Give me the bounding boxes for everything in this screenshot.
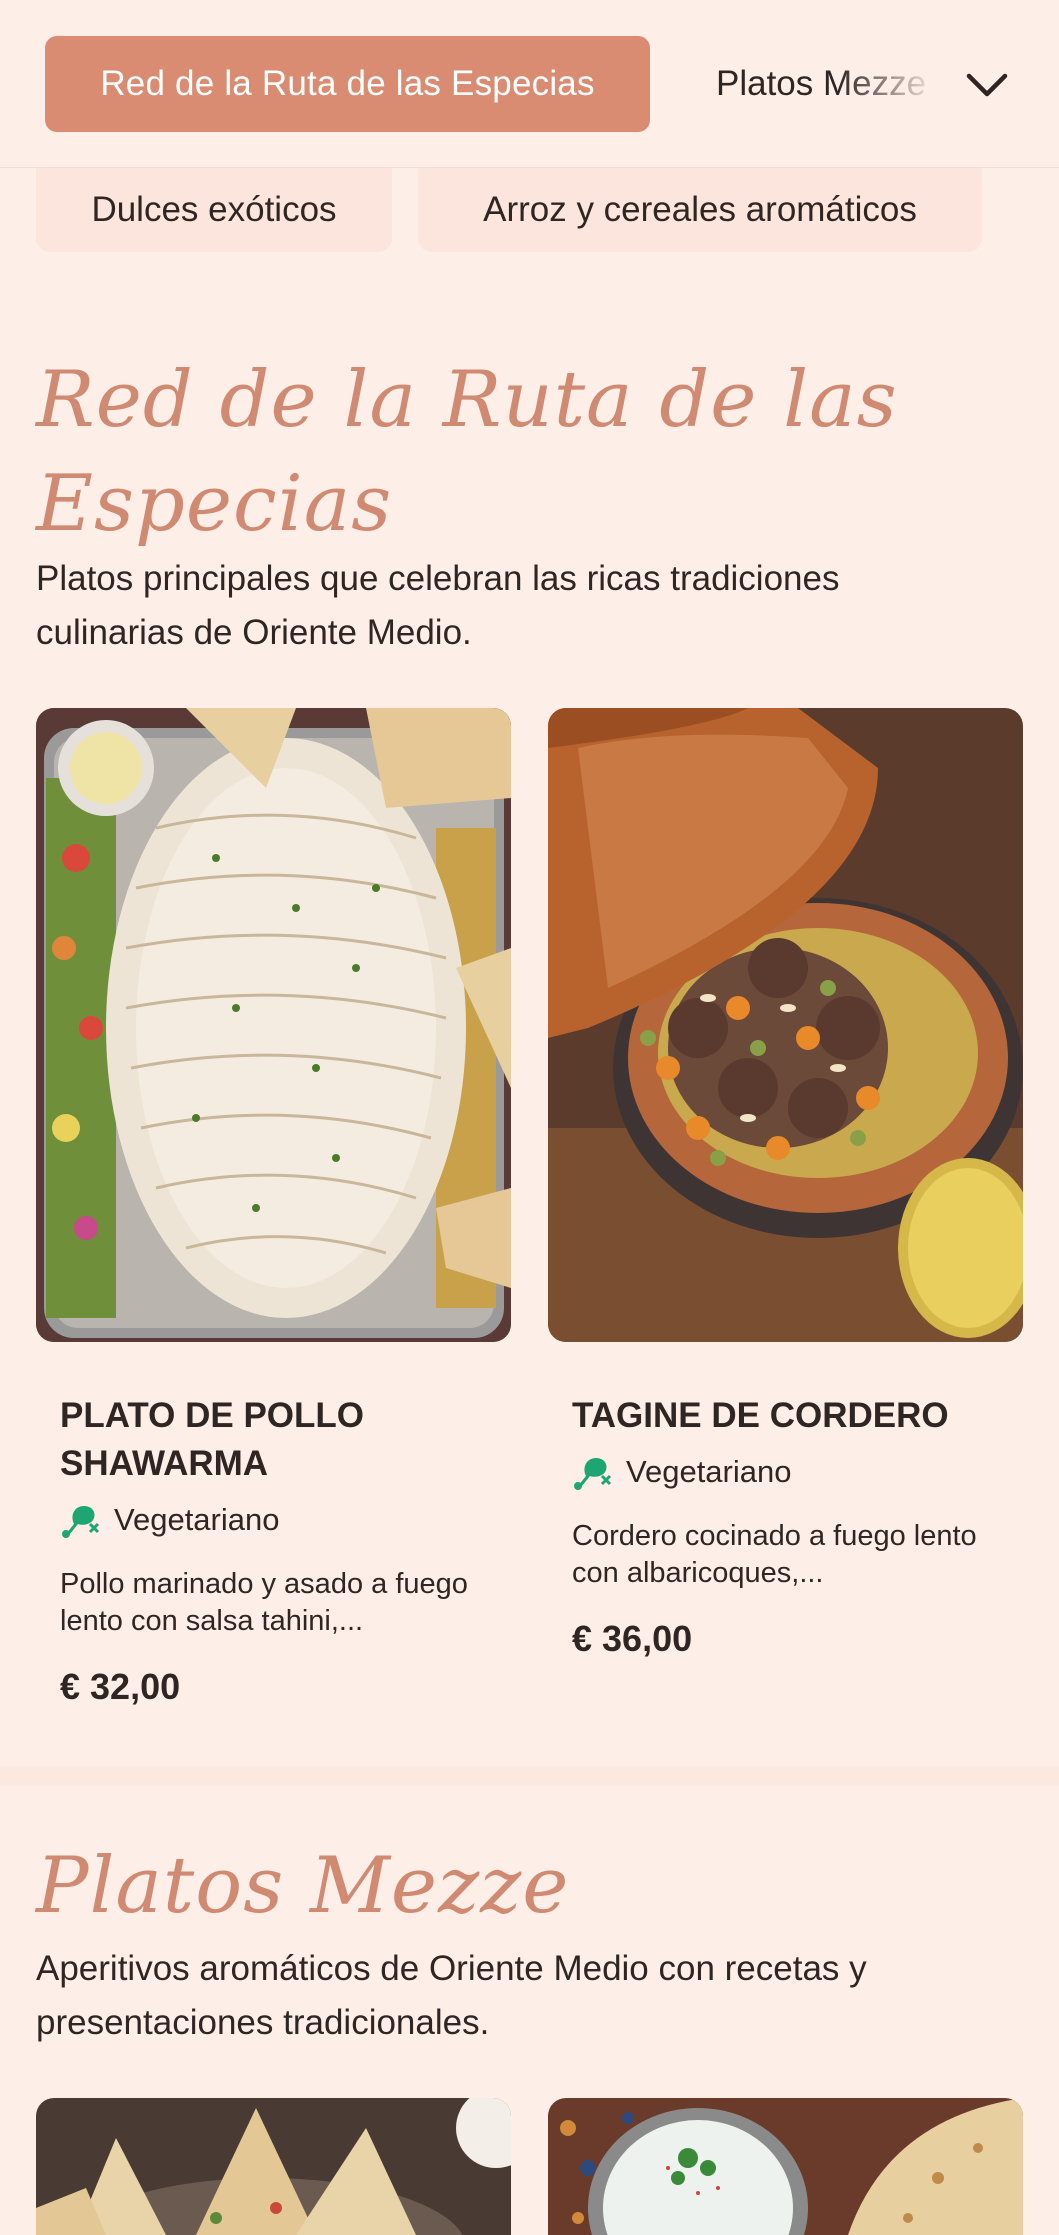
chip-dulces-exoticos[interactable]: Dulces exóticos	[36, 168, 392, 252]
menu-item-price: € 32,00	[60, 1666, 181, 1707]
vegetarian-drumstick-icon	[62, 1506, 100, 1538]
category-nav-header: Red de la Ruta de las Especias Platos Me…	[0, 0, 1059, 168]
menu-item-description: Pollo marinado y asado a fuego lento con…	[60, 1568, 468, 1637]
shawarma-plate-image	[36, 708, 511, 1342]
lamb-tagine-image	[548, 708, 1023, 1342]
chevron-down-icon[interactable]	[963, 60, 1011, 108]
menu-item-price: € 36,00	[572, 1618, 693, 1659]
dietary-badge-label: Vegetariano	[626, 1454, 792, 1489]
menu-item-name: TAGINE DE CORDERO	[572, 1396, 949, 1435]
chip-arroz-cereales[interactable]: Arroz y cereales aromáticos	[418, 168, 982, 252]
section-divider	[0, 1766, 1059, 1786]
menu-item-card[interactable]: PLATO DE POLLO SHAWARMA Vegetariano Poll…	[36, 708, 511, 1708]
section-title-spice-route: Red de la Ruta de las Especias	[36, 355, 898, 549]
category-chips: Dulces exóticos Arroz y cereales aromáti…	[0, 168, 1059, 252]
menu-item-card[interactable]: TAGINE DE CORDERO Vegetariano Cordero co…	[548, 708, 1023, 1660]
section-description-mezze: Aperitivos aromáticos de Oriente Medio c…	[36, 1949, 867, 2042]
vegetarian-drumstick-icon	[574, 1458, 612, 1490]
dietary-badge: Vegetariano	[60, 1502, 487, 1538]
section-title-mezze: Platos Mezze	[36, 1841, 570, 1931]
dietary-badge-label: Vegetariano	[114, 1502, 280, 1537]
tab-mezze[interactable]: Platos Mezze	[716, 56, 938, 112]
tab-spice-route[interactable]: Red de la Ruta de las Especias	[45, 36, 650, 132]
menu-item-name: PLATO DE POLLO SHAWARMA	[60, 1396, 364, 1483]
section-description-spice-route: Platos principales que celebran las rica…	[36, 559, 840, 652]
menu-item-description: Cordero cocinado a fuego lento con albar…	[572, 1520, 977, 1589]
mezze-item-image[interactable]	[36, 2098, 511, 2235]
dietary-badge: Vegetariano	[572, 1454, 999, 1490]
mezze-item-image[interactable]	[548, 2098, 1023, 2235]
